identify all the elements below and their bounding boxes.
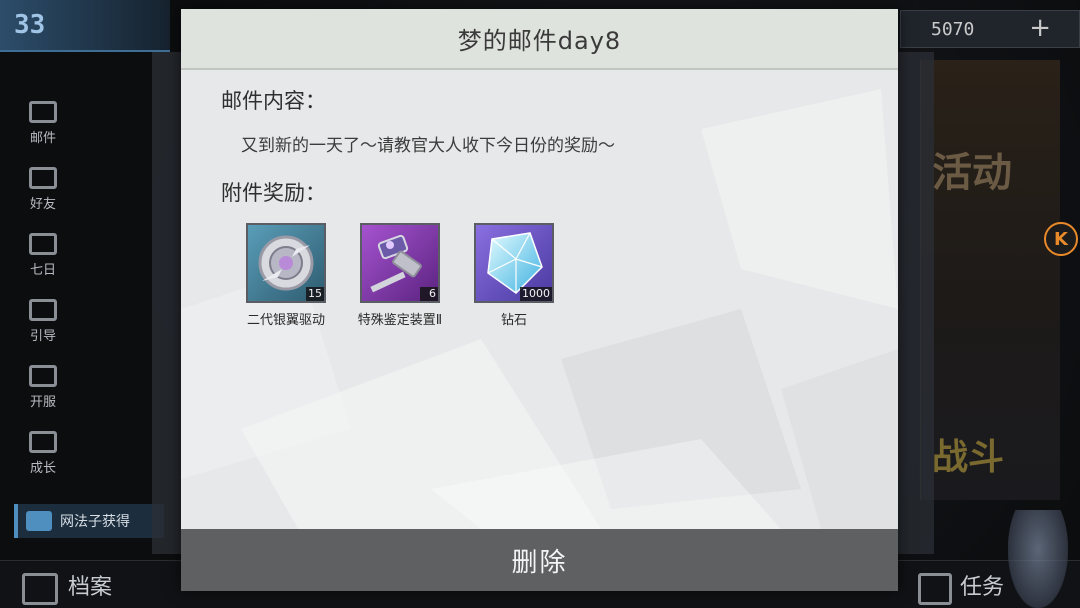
event-label: 活动	[932, 149, 1012, 196]
reward-name: 特殊鉴定装置Ⅱ	[357, 313, 443, 328]
character-portrait	[1008, 510, 1068, 608]
side-item-label: 邮件	[29, 131, 56, 146]
gift-icon	[29, 233, 57, 255]
reward-count: 6	[420, 287, 438, 301]
mail-content-text: 又到新的一天了～请教官大人收下今日份的奖励～	[241, 136, 615, 156]
side-item-seven-days: 七日	[18, 218, 68, 284]
side-item-mail: 邮件	[18, 86, 68, 152]
side-item-label: 成长	[29, 461, 56, 476]
player-level-panel: 33	[0, 0, 170, 52]
reward-item[interactable]: 6 特殊鉴定装置Ⅱ	[357, 223, 443, 328]
dialog-header: 梦的邮件day8	[181, 9, 898, 70]
side-item-guide: 引导	[18, 284, 68, 350]
get-banner: 网法子获得	[14, 504, 164, 538]
guide-icon	[29, 299, 57, 321]
reward-name: 钻石	[500, 313, 527, 328]
reward-count: 1000	[520, 287, 552, 301]
reward-list: 15 二代银翼驱动 6 特殊鉴定装置Ⅱ 1000 钻石	[246, 223, 554, 328]
resource-value: 5070	[931, 19, 975, 40]
side-menu: 邮件 好友 七日 引导 开服 成长	[18, 86, 68, 482]
side-item-label: 七日	[29, 263, 56, 278]
resource-counter: 5070 +	[900, 10, 1080, 48]
side-item-server-open: 开服	[18, 350, 68, 416]
reward-count: 15	[306, 287, 324, 301]
side-item-growth: 成长	[18, 416, 68, 482]
add-resource-button: +	[1029, 13, 1051, 43]
task-button: 任务	[918, 569, 1004, 605]
flame-icon	[29, 365, 57, 387]
side-item-label: 引导	[29, 329, 56, 344]
mail-dialog: 梦的邮件day8 邮件内容： 又到新的一天了～请教官大人收下今日份的奖励～ 附件…	[181, 9, 898, 591]
friends-icon	[29, 167, 57, 189]
reward-tile[interactable]: 6	[360, 223, 440, 303]
archive-button: 档案	[22, 569, 112, 605]
reward-tile[interactable]: 1000	[474, 223, 554, 303]
reward-item[interactable]: 1000 钻石	[474, 223, 554, 328]
reward-tile[interactable]: 15	[246, 223, 326, 303]
delete-button-label: 删除	[511, 547, 568, 578]
dialog-title: 梦的邮件day8	[457, 27, 622, 55]
chat-icon	[26, 511, 52, 531]
reward-item[interactable]: 15 二代银翼驱动	[246, 223, 326, 328]
delete-button[interactable]: 删除	[181, 529, 898, 591]
bar-chart-icon	[29, 431, 57, 453]
attachments-label: 附件奖励：	[221, 181, 326, 205]
side-item-friends: 好友	[18, 152, 68, 218]
k-button: K	[1044, 222, 1078, 256]
player-level: 33	[14, 10, 46, 40]
battle-label: 战斗	[932, 436, 1005, 478]
mail-content-label: 邮件内容：	[221, 89, 326, 113]
mail-icon	[29, 101, 57, 123]
reward-name: 二代银翼驱动	[246, 313, 325, 328]
side-item-label: 开服	[29, 395, 56, 410]
get-banner-text: 网法子获得	[60, 514, 130, 530]
side-item-label: 好友	[29, 197, 56, 212]
